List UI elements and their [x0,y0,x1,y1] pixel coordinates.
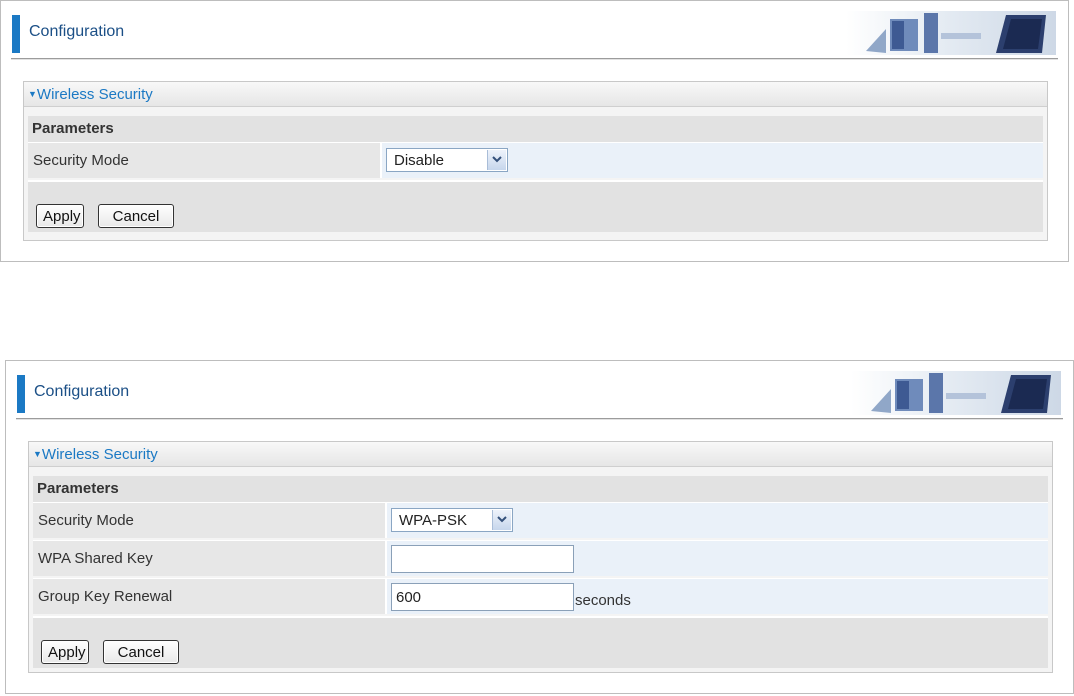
security-mode-label-cell: Security Mode [33,503,387,538]
group-key-renewal-unit: seconds [575,592,631,609]
security-mode-row: Security Mode Disable [28,142,1043,178]
group-key-renewal-input[interactable] [391,583,574,611]
group-key-renewal-value-cell: seconds [387,579,1048,614]
actions-row: Apply Cancel [28,180,1043,232]
header-divider [11,58,1058,60]
triangle-down-icon: ▼ [33,449,42,459]
section-title: Wireless Security [36,86,153,103]
section-header[interactable]: ▼Wireless Security [24,82,1047,107]
section-header[interactable]: ▼Wireless Security [29,442,1052,467]
parameters-header-row: Parameters [28,116,1043,142]
config-panel-disable: Configuration ▼Wireless Security Paramet… [0,0,1069,262]
page-title: Configuration [34,383,130,400]
header-divider [16,418,1063,420]
wpa-shared-key-input[interactable] [391,545,574,573]
actions-row: Apply Cancel [33,616,1048,668]
group-key-renewal-label: Group Key Renewal [38,588,173,605]
header-banner-image [851,371,1061,415]
parameters-header-row: Parameters [33,476,1048,502]
wpa-shared-key-value-cell [387,541,1048,576]
apply-button[interactable]: Apply [36,204,84,228]
section-title: Wireless Security [41,446,158,463]
config-panel-wpa-psk: Configuration ▼Wireless Security Paramet… [5,360,1074,694]
group-key-renewal-row: Group Key Renewal seconds [33,578,1048,614]
header-accent-bar [12,15,20,53]
wpa-shared-key-label: WPA Shared Key [38,550,153,567]
security-mode-selected: WPA-PSK [399,512,468,529]
chevron-down-icon[interactable] [492,510,511,530]
cancel-button[interactable]: Cancel [103,640,179,664]
header-banner-image [846,11,1056,55]
panel-header: Configuration [1,1,1068,60]
header-accent-bar [17,375,25,413]
group-key-renewal-label-cell: Group Key Renewal [33,579,387,614]
security-mode-selected: Disable [394,152,445,169]
chevron-down-icon[interactable] [487,150,506,170]
security-mode-label-cell: Security Mode [28,143,382,178]
wireless-security-section: ▼Wireless Security Parameters Security M… [28,441,1053,673]
security-mode-value-cell: WPA-PSK [387,503,1048,538]
security-mode-value-cell: Disable [382,143,1043,178]
security-mode-label: Security Mode [38,512,134,529]
wireless-security-section: ▼Wireless Security Parameters Security M… [23,81,1048,241]
security-mode-select[interactable]: WPA-PSK [391,508,513,532]
security-mode-label: Security Mode [33,152,129,169]
panel-header: Configuration [6,361,1073,420]
apply-button[interactable]: Apply [41,640,89,664]
wpa-shared-key-row: WPA Shared Key [33,540,1048,576]
parameters-label: Parameters [32,120,114,137]
page-title: Configuration [29,23,125,40]
triangle-down-icon: ▼ [28,89,37,99]
security-mode-select[interactable]: Disable [386,148,508,172]
cancel-button[interactable]: Cancel [98,204,174,228]
wpa-shared-key-label-cell: WPA Shared Key [33,541,387,576]
security-mode-row: Security Mode WPA-PSK [33,502,1048,538]
parameters-label: Parameters [37,480,119,497]
